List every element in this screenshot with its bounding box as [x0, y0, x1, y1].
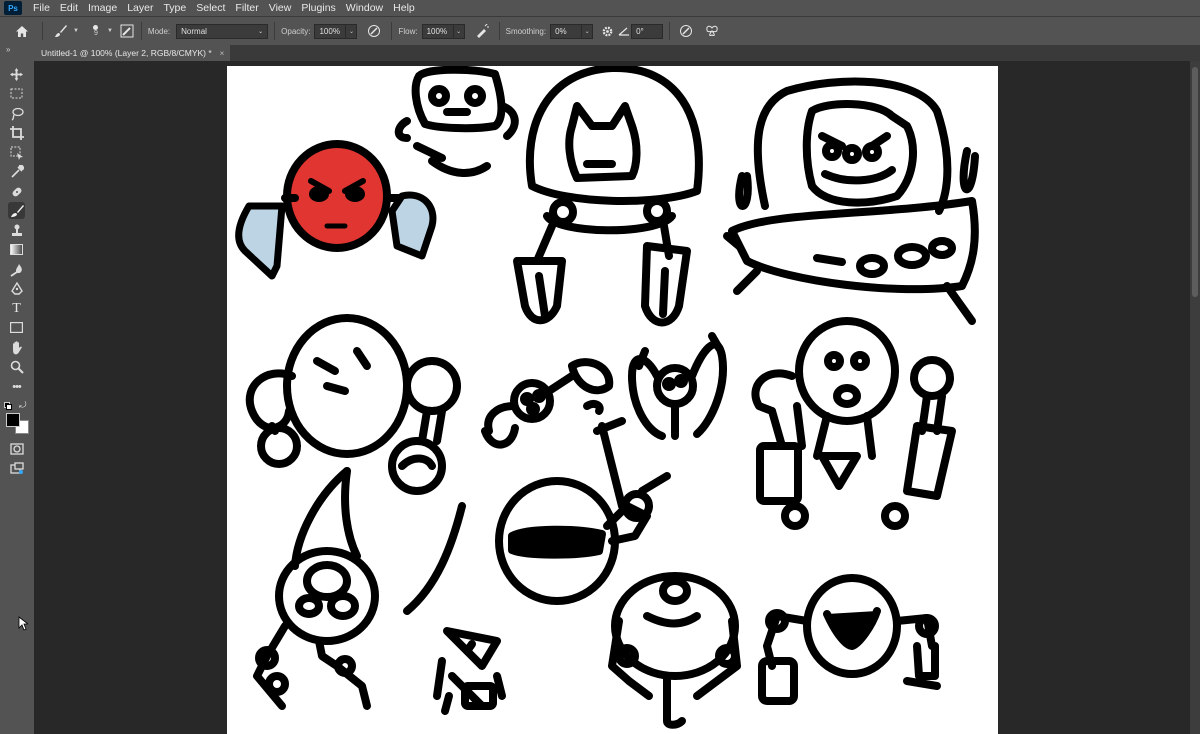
quick-mask-icon[interactable] — [8, 440, 25, 457]
home-icon[interactable] — [8, 20, 36, 42]
gradient-tool-icon[interactable] — [8, 241, 25, 258]
separator — [274, 22, 276, 40]
separator — [669, 22, 671, 40]
menu-select[interactable]: Select — [191, 2, 230, 14]
separator — [140, 22, 142, 40]
blur-tool-icon[interactable] — [8, 261, 25, 278]
chevron-down-icon: ⌄ — [258, 28, 264, 35]
document-canvas[interactable] — [227, 66, 998, 734]
brush-size-picker[interactable]: 9 — [89, 25, 103, 37]
brush-size-value: 9 — [94, 30, 98, 37]
smoothing-input[interactable]: 0% — [550, 23, 583, 39]
opacity-label: Opacity: — [281, 26, 311, 36]
small-box-robot-drawing — [394, 66, 519, 177]
object-select-tool-icon[interactable] — [8, 144, 25, 161]
scrollbar-thumb[interactable] — [1192, 67, 1198, 297]
round-center-robot-drawing — [608, 572, 741, 729]
brush-settings-panel-icon[interactable] — [119, 20, 135, 42]
horned-robot-drawing — [253, 467, 466, 710]
zoom-tool-icon[interactable] — [8, 358, 25, 375]
flow-dropdown[interactable]: ⌄ — [453, 23, 465, 39]
marquee-tool-icon[interactable] — [8, 85, 25, 102]
chevron-down-icon[interactable]: ▼ — [107, 28, 113, 34]
menu-image[interactable]: Image — [83, 2, 122, 14]
winged-robot-drawing — [628, 332, 727, 440]
triangle-robot-drawing — [433, 627, 506, 715]
smoothing-label: Smoothing: — [505, 26, 547, 36]
menu-type[interactable]: Type — [158, 2, 191, 14]
smoothing-dropdown[interactable]: ⌄ — [582, 23, 594, 39]
dome-robot-drawing — [513, 66, 703, 327]
menu-bar: Ps File Edit Image Layer Type Select Fil… — [0, 0, 1200, 16]
tiny-claw-robot-drawing — [481, 358, 614, 449]
chevron-down-icon[interactable]: ▼ — [73, 28, 79, 34]
menu-layer[interactable]: Layer — [122, 2, 158, 14]
mouse-cursor-icon — [18, 616, 30, 636]
close-icon[interactable]: × — [220, 49, 225, 58]
menu-file[interactable]: File — [28, 2, 55, 14]
separator — [42, 22, 43, 40]
smoothing-options-gear-icon[interactable] — [597, 20, 617, 42]
foreground-color-swatch[interactable] — [6, 413, 20, 427]
mode-value: Normal — [181, 26, 207, 36]
symmetry-butterfly-icon[interactable] — [700, 20, 724, 42]
photoshop-logo[interactable]: Ps — [4, 1, 22, 15]
shape-tool-icon[interactable] — [8, 319, 25, 336]
document-tab-title: Untitled-1 @ 100% (Layer 2, RGB/8/CMYK) … — [41, 48, 212, 58]
flow-label: Flow: — [398, 26, 418, 36]
type-tool-icon[interactable]: T — [8, 300, 25, 317]
pressure-size-icon[interactable] — [676, 20, 696, 42]
default-colors-icon[interactable] — [4, 402, 12, 410]
options-bar: ▼ 9 ▼ Mode: Normal ⌄ Opacity: 100% ⌄ Flo… — [0, 16, 1200, 46]
swap-colors-icon[interactable]: ⤾ — [19, 400, 27, 411]
tools-panel: » T ••• ⤾ — [0, 44, 34, 734]
vertical-scrollbar[interactable] — [1190, 61, 1200, 734]
document-tab-bar: Untitled-1 @ 100% (Layer 2, RGB/8/CMYK) … — [34, 45, 1200, 61]
menu-window[interactable]: Window — [341, 2, 388, 14]
ship-robot-drawing — [723, 77, 979, 325]
menu-help[interactable]: Help — [388, 2, 420, 14]
opacity-dropdown[interactable]: ⌄ — [346, 23, 358, 39]
clone-stamp-tool-icon[interactable] — [8, 222, 25, 239]
red-robot-drawing — [235, 140, 437, 280]
robot-sketches-artwork — [235, 66, 979, 729]
screen-mode-icon[interactable] — [8, 460, 25, 477]
menu-filter[interactable]: Filter — [230, 2, 263, 14]
separator — [498, 22, 500, 40]
hand-tool-icon[interactable] — [8, 339, 25, 356]
mode-label: Mode: — [147, 26, 171, 36]
brush-preset-icon[interactable] — [49, 20, 73, 42]
round-face-robot-drawing — [751, 317, 956, 530]
round-claw-robot-drawing — [245, 314, 461, 495]
menu-edit[interactable]: Edit — [55, 2, 83, 14]
collapse-panel-icon[interactable]: » — [6, 45, 10, 54]
v-face-robot-drawing — [758, 574, 941, 705]
crop-tool-icon[interactable] — [8, 124, 25, 141]
airbrush-icon[interactable] — [471, 20, 493, 42]
eyedropper-tool-icon[interactable] — [8, 163, 25, 180]
spot-healing-tool-icon[interactable] — [8, 183, 25, 200]
flow-input[interactable]: 100% — [421, 23, 454, 39]
menu-view[interactable]: View — [264, 2, 297, 14]
more-tools-icon[interactable]: ••• — [8, 378, 25, 395]
pen-tool-icon[interactable] — [8, 280, 25, 297]
brush-angle-input[interactable]: 0° — [631, 23, 664, 39]
lasso-tool-icon[interactable] — [8, 105, 25, 122]
mode-select[interactable]: Normal ⌄ — [176, 23, 269, 39]
move-tool-icon[interactable] — [8, 66, 25, 83]
separator — [391, 22, 393, 40]
ball-lance-robot-drawing — [495, 417, 671, 605]
menu-plugins[interactable]: Plugins — [296, 2, 340, 14]
opacity-input[interactable]: 100% — [314, 23, 347, 39]
brush-angle-icon — [617, 20, 631, 42]
pressure-opacity-icon[interactable] — [363, 20, 385, 42]
document-tab[interactable]: Untitled-1 @ 100% (Layer 2, RGB/8/CMYK) … — [34, 45, 230, 61]
brush-tool-icon[interactable] — [8, 202, 25, 219]
